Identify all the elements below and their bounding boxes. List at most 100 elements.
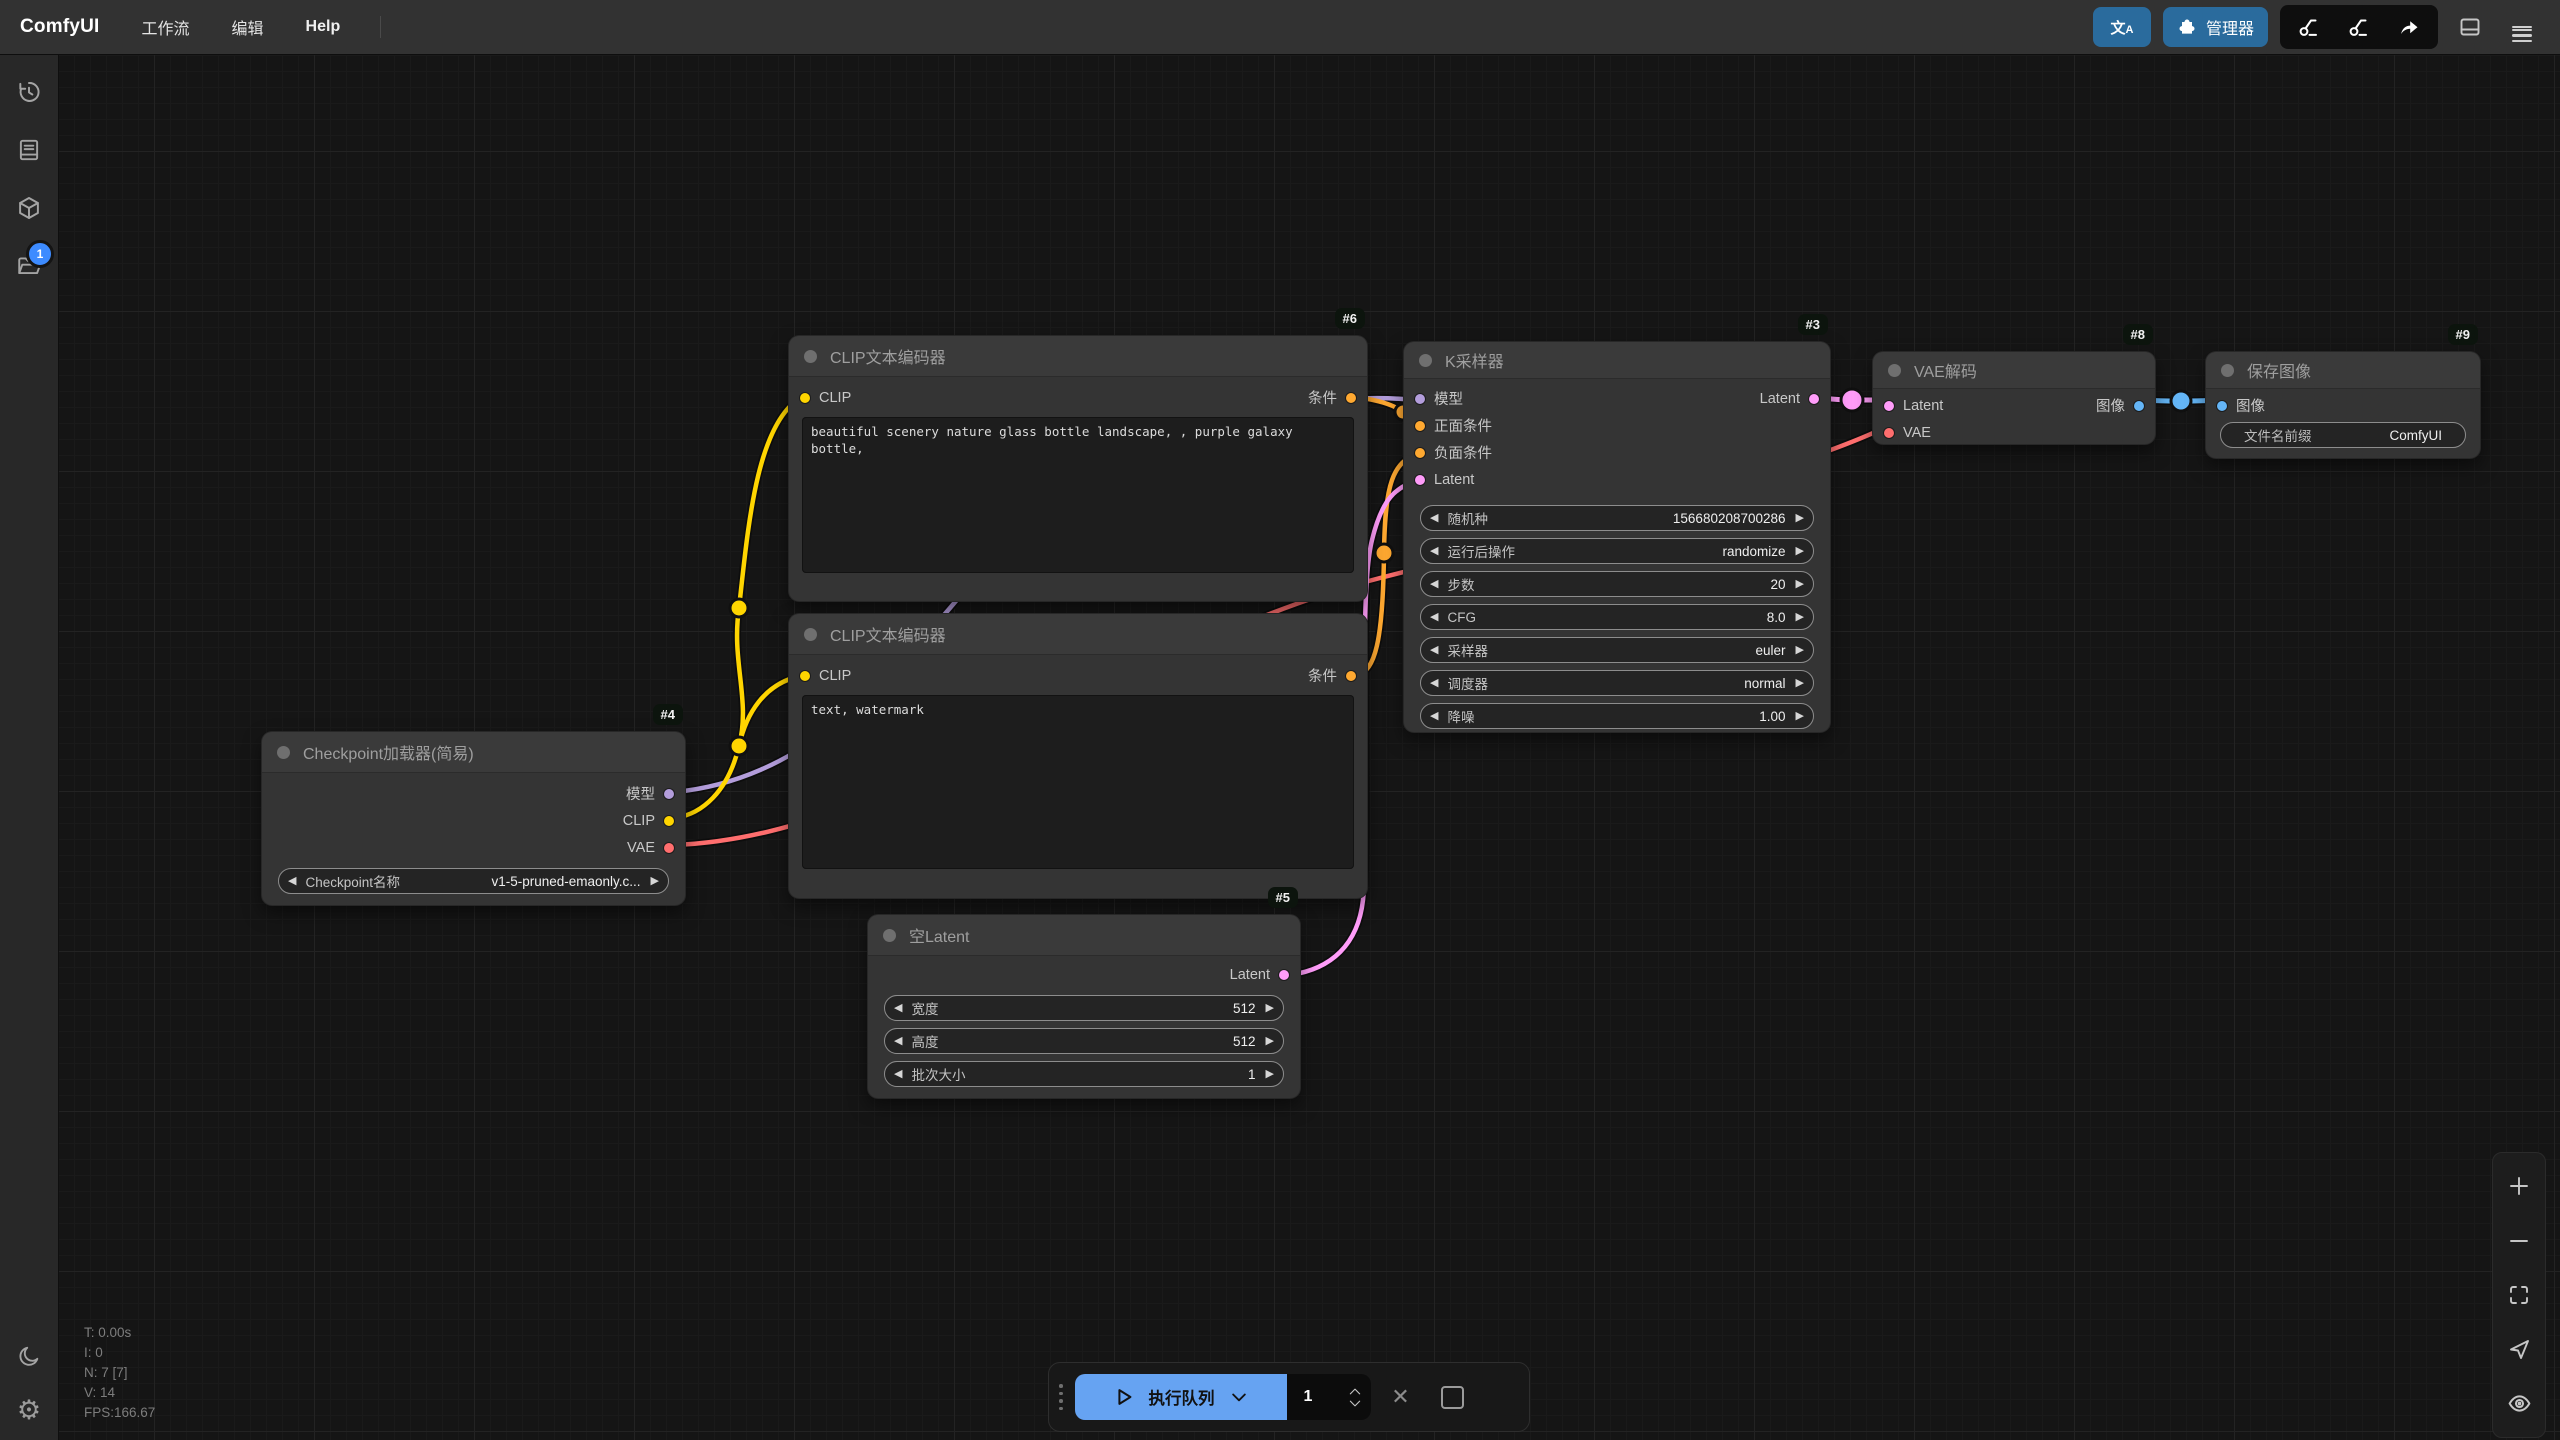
node-checkpoint-loader[interactable]: #4 Checkpoint加载器(简易) 模型 CLIP VAE ◀ Check… [262, 732, 685, 905]
output-port-latent[interactable] [1279, 970, 1289, 980]
link-midpoint-dot[interactable] [2171, 391, 2191, 411]
next-arrow-icon[interactable]: ▶ [1796, 645, 1804, 656]
next-arrow-icon[interactable]: ▶ [1266, 1069, 1274, 1080]
prev-arrow-icon[interactable]: ◀ [1430, 513, 1438, 524]
sidebar-item-queue-history[interactable] [8, 72, 50, 112]
collapse-dot[interactable] [883, 929, 896, 942]
reroute-dot[interactable] [730, 737, 748, 755]
theme-toggle-button[interactable] [8, 1336, 50, 1376]
output-port-conditioning[interactable] [1346, 393, 1356, 403]
batch-count-input[interactable]: 1 [1287, 1374, 1371, 1420]
decrement-icon[interactable] [1348, 1399, 1362, 1408]
prompt-textarea[interactable]: beautiful scenery nature glass bottle la… [802, 417, 1354, 573]
node-header[interactable]: K采样器 [1404, 342, 1830, 379]
prev-arrow-icon[interactable]: ◀ [1430, 678, 1438, 689]
stop-button[interactable] [1431, 1375, 1475, 1419]
prompt-textarea[interactable]: text, watermark [802, 695, 1354, 869]
input-port-clip[interactable] [800, 393, 810, 403]
toggle-bottom-panel-button[interactable] [2450, 7, 2490, 47]
next-arrow-icon[interactable]: ▶ [1796, 513, 1804, 524]
next-arrow-icon[interactable]: ▶ [1796, 711, 1804, 722]
collapse-dot[interactable] [1419, 354, 1432, 367]
next-arrow-icon[interactable]: ▶ [1266, 1036, 1274, 1047]
output-port-clip[interactable] [664, 816, 674, 826]
run-queue-button[interactable]: 执行队列 [1075, 1374, 1287, 1420]
next-arrow-icon[interactable]: ▶ [1796, 678, 1804, 689]
prev-arrow-icon[interactable]: ◀ [1430, 612, 1438, 623]
prev-arrow-icon[interactable]: ◀ [1430, 645, 1438, 656]
collapse-dot[interactable] [1888, 364, 1901, 377]
unload-models-button[interactable] [2284, 5, 2334, 49]
collapse-dot[interactable] [804, 350, 817, 363]
prev-arrow-icon[interactable]: ◀ [1430, 546, 1438, 557]
node-header[interactable]: VAE解码 [1873, 352, 2155, 389]
denoise-widget[interactable]: ◀ 降噪 1.00 ▶ [1420, 703, 1814, 729]
fit-view-button[interactable] [2501, 1277, 2537, 1313]
graph-canvas[interactable]: #4 Checkpoint加载器(简易) 模型 CLIP VAE ◀ Check… [0, 0, 2560, 1440]
prev-arrow-icon[interactable]: ◀ [1430, 579, 1438, 590]
next-arrow-icon[interactable]: ▶ [1796, 546, 1804, 557]
input-port-clip[interactable] [800, 671, 810, 681]
node-header[interactable]: 保存图像 [2206, 352, 2480, 389]
output-port-vae[interactable] [664, 843, 674, 853]
menu-edit[interactable]: 编辑 [232, 15, 264, 39]
prev-arrow-icon[interactable]: ◀ [894, 1036, 902, 1047]
drag-handle[interactable] [1059, 1384, 1063, 1410]
node-header[interactable]: CLIP文本编码器 [789, 614, 1367, 655]
reroute-dot[interactable] [730, 599, 748, 617]
sampler-widget[interactable]: ◀ 采样器 euler ▶ [1420, 637, 1814, 663]
menu-help[interactable]: Help [306, 18, 341, 36]
output-port-image[interactable] [2134, 401, 2144, 411]
increment-icon[interactable] [1348, 1387, 1362, 1396]
input-port-latent[interactable] [1884, 401, 1894, 411]
settings-button[interactable]: ⚙ [8, 1390, 50, 1430]
output-port-conditioning[interactable] [1346, 671, 1356, 681]
next-arrow-icon[interactable]: ▶ [1796, 612, 1804, 623]
collapse-dot[interactable] [804, 628, 817, 641]
sidebar-item-model-library[interactable] [8, 188, 50, 228]
input-port-image[interactable] [2217, 401, 2227, 411]
main-menu-button[interactable] [2502, 7, 2542, 47]
prev-arrow-icon[interactable]: ◀ [1430, 711, 1438, 722]
chevron-down-icon[interactable] [1229, 1387, 1249, 1407]
seed-widget[interactable]: ◀ 随机种 156680208700286 ▶ [1420, 505, 1814, 531]
control-after-generate-widget[interactable]: ◀ 运行后操作 randomize ▶ [1420, 538, 1814, 564]
toggle-link-visibility-button[interactable] [2501, 1386, 2537, 1422]
link-midpoint-dot[interactable] [1841, 389, 1863, 411]
input-port-latent[interactable] [1415, 475, 1425, 485]
node-save-image[interactable]: #9 保存图像 图像 文件名前缀 ComfyUI [2206, 352, 2480, 458]
pan-mode-button[interactable] [2501, 1331, 2537, 1367]
steps-widget[interactable]: ◀ 步数 20 ▶ [1420, 571, 1814, 597]
menu-workflow[interactable]: 工作流 [142, 15, 190, 39]
cfg-widget[interactable]: ◀ CFG 8.0 ▶ [1420, 604, 1814, 630]
node-empty-latent[interactable]: #5 空Latent Latent ◀ 宽度 512 ▶ ◀ 高度 512 ▶ … [868, 915, 1300, 1098]
free-memory-button[interactable] [2334, 5, 2384, 49]
node-ksampler[interactable]: #3 K采样器 模型 Latent 正面条件 负面条件 Latent ◀ 随机种… [1404, 342, 1830, 732]
collapse-dot[interactable] [2221, 364, 2234, 377]
node-header[interactable]: CLIP文本编码器 [789, 336, 1367, 377]
share-button[interactable] [2384, 5, 2434, 49]
node-header[interactable]: 空Latent [868, 915, 1300, 956]
node-vae-decode[interactable]: #8 VAE解码 Latent 图像 VAE [1873, 352, 2155, 444]
output-port-model[interactable] [664, 789, 674, 799]
scheduler-widget[interactable]: ◀ 调度器 normal ▶ [1420, 670, 1814, 696]
input-port-vae[interactable] [1884, 428, 1894, 438]
checkpoint-name-widget[interactable]: ◀ Checkpoint名称 v1-5-pruned-emaonly.c... … [278, 868, 669, 894]
reroute-dot[interactable] [1375, 544, 1393, 562]
prev-arrow-icon[interactable]: ◀ [894, 1003, 902, 1014]
zoom-out-button[interactable] [2501, 1223, 2537, 1259]
clear-queue-button[interactable]: ✕ [1379, 1375, 1423, 1419]
next-arrow-icon[interactable]: ▶ [1266, 1003, 1274, 1014]
translate-button[interactable]: 文A [2093, 7, 2151, 47]
height-widget[interactable]: ◀ 高度 512 ▶ [884, 1028, 1284, 1054]
prev-arrow-icon[interactable]: ◀ [894, 1069, 902, 1080]
node-clip-text-encode-negative[interactable]: CLIP文本编码器 CLIP 条件 text, watermark [789, 614, 1367, 898]
next-arrow-icon[interactable]: ▶ [1796, 579, 1804, 590]
manager-button[interactable]: 管理器 [2163, 7, 2268, 47]
zoom-in-button[interactable] [2501, 1168, 2537, 1204]
prev-arrow-icon[interactable]: ◀ [288, 876, 296, 887]
sidebar-item-node-library[interactable] [8, 130, 50, 170]
app-logo[interactable]: ComfyUI [20, 16, 100, 38]
next-arrow-icon[interactable]: ▶ [651, 876, 659, 887]
node-clip-text-encode-positive[interactable]: #6 CLIP文本编码器 CLIP 条件 beautiful scenery n… [789, 336, 1367, 601]
